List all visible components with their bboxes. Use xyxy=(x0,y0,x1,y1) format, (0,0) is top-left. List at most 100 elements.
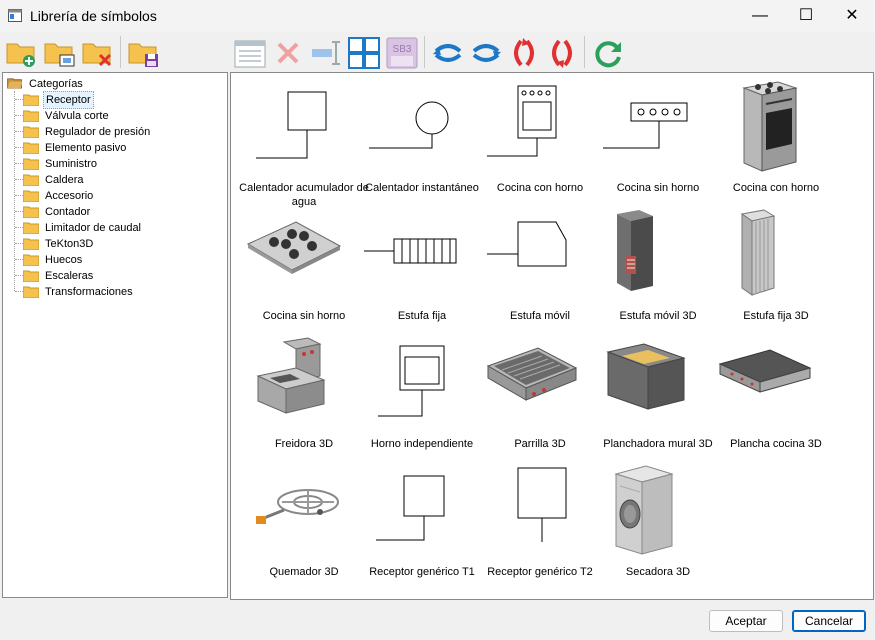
grid-view-button[interactable] xyxy=(347,36,381,70)
close-button[interactable]: ✕ xyxy=(829,0,875,32)
folder-icon xyxy=(23,270,39,282)
rotate-right-button[interactable] xyxy=(469,36,503,70)
generic-receiver-t2-symbol xyxy=(517,467,567,542)
symbol-quemador-3d[interactable]: Quemador 3D xyxy=(246,462,362,588)
symbol-cocina-con-horno[interactable]: Cocina con horno xyxy=(482,78,598,204)
mobile-heater-3d-image xyxy=(617,210,653,291)
tree-item-label: Limitador de caudal xyxy=(45,222,142,234)
folder-save-button[interactable] xyxy=(127,36,161,70)
folder-icon xyxy=(23,126,39,138)
folder-delete-icon xyxy=(82,43,112,67)
rotate-right-icon xyxy=(472,44,501,62)
folder-properties-icon xyxy=(44,43,75,67)
dryer-3d-image xyxy=(614,465,674,555)
cancel-button[interactable]: Cancelar xyxy=(792,610,866,632)
dimension-button[interactable] xyxy=(309,36,343,70)
symbol-parrilla-3d[interactable]: Parrilla 3D xyxy=(482,334,598,460)
symbol-label: Planchadora mural 3D xyxy=(603,438,713,450)
app-icon xyxy=(8,9,22,22)
tree-connector xyxy=(15,243,23,244)
symbol-properties-icon xyxy=(234,40,266,68)
symbol-label: Estufa móvil 3D xyxy=(619,310,697,322)
symbol-cocina-sin-horno-3d[interactable]: Cocina sin horno xyxy=(246,206,362,332)
symbol-label: Calentador acumulador de agua xyxy=(239,182,369,208)
tree-item-label: TeKton3D xyxy=(45,238,94,250)
toolbar-separator xyxy=(120,36,121,68)
minimize-button[interactable]: — xyxy=(737,0,783,32)
griddle-3d-image xyxy=(718,349,812,393)
stove-without-oven-symbol xyxy=(603,102,688,149)
toolbar-separator xyxy=(424,36,425,68)
symbol-secadora-3d[interactable]: Secadora 3D xyxy=(600,462,716,588)
window-title: Librería de símbolos xyxy=(30,8,157,24)
sb3-label: SB3 xyxy=(393,44,412,55)
rotate-left-button[interactable] xyxy=(431,36,465,70)
sb3-button[interactable]: SB3 xyxy=(385,36,419,70)
maximize-button[interactable]: ☐ xyxy=(783,0,829,32)
open-folder-icon xyxy=(7,78,23,89)
symbol-label: Cocina sin horno xyxy=(616,182,700,194)
symbol-receptor-generico-t2[interactable]: Receptor genérico T2 xyxy=(482,462,598,588)
symbol-label: Quemador 3D xyxy=(269,566,339,578)
symbol-planchadora-mural-3d[interactable]: Planchadora mural 3D xyxy=(600,334,716,460)
symbol-cocina-sin-horno[interactable]: Cocina sin horno xyxy=(600,78,716,204)
tree-item-label: Elemento pasivo xyxy=(45,142,127,154)
symbol-properties-button[interactable] xyxy=(233,36,267,70)
tree-item-label: Escaleras xyxy=(45,270,94,282)
fryer-3d-image xyxy=(256,337,326,414)
title-bar: Librería de símbolos — ☐ ✕ xyxy=(0,0,875,32)
delete-button[interactable] xyxy=(271,36,305,70)
symbol-label: Cocina sin horno xyxy=(262,310,346,322)
tree-item-label: Regulador de presión xyxy=(45,126,151,138)
tree-connector xyxy=(15,211,23,212)
water-heater-accumulator-symbol xyxy=(256,91,327,159)
symbol-estufa-fija-3d[interactable]: Estufa fija 3D xyxy=(718,206,834,332)
tree-connector xyxy=(15,291,23,292)
stove-without-oven-3d-image xyxy=(246,221,342,274)
tree-connector xyxy=(15,259,23,260)
rotate-up-button[interactable] xyxy=(507,36,541,70)
tree-connector xyxy=(15,163,23,164)
tree-connector xyxy=(15,115,23,116)
tree-item-label: Transformaciones xyxy=(45,286,133,298)
tree-item-label: Válvula corte xyxy=(45,110,109,122)
water-heater-instant-symbol xyxy=(369,101,449,149)
folder-icon xyxy=(23,222,39,234)
symbol-freidora-3d[interactable]: Freidora 3D xyxy=(246,334,362,460)
symbol-receptor-generico-t1[interactable]: Receptor genérico T1 xyxy=(364,462,480,588)
symbol-label: Calentador instantáneo xyxy=(365,182,479,194)
folder-save-icon xyxy=(128,43,158,67)
symbol-calentador-acumulador[interactable]: Calentador acumulador de agua xyxy=(239,78,369,208)
folder-icon xyxy=(23,206,39,218)
symbol-estufa-fija[interactable]: Estufa fija xyxy=(364,206,480,332)
folder-add-button[interactable] xyxy=(5,36,39,70)
symbol-estufa-movil-3d[interactable]: Estufa móvil 3D xyxy=(600,206,716,332)
symbol-label: Cocina con horno xyxy=(732,182,820,194)
dimension-icon xyxy=(312,41,340,65)
symbol-label: Plancha cocina 3D xyxy=(730,438,822,450)
symbol-label: Receptor genérico T1 xyxy=(369,566,475,578)
symbol-cocina-con-horno-3d[interactable]: Cocina con horno xyxy=(718,78,834,204)
accept-button[interactable]: Aceptar xyxy=(709,610,783,632)
tree-item-label: Contador xyxy=(45,206,91,218)
folder-icon xyxy=(23,190,39,202)
folder-properties-button[interactable] xyxy=(43,36,77,70)
tree-connector xyxy=(15,227,23,228)
independent-oven-symbol xyxy=(378,345,445,417)
refresh-button[interactable] xyxy=(591,36,625,70)
tree-item-label: Receptor xyxy=(43,91,94,109)
symbol-plancha-cocina-3d[interactable]: Plancha cocina 3D xyxy=(718,334,834,460)
rotate-up-icon xyxy=(514,38,534,67)
symbol-grid[interactable]: Calentador acumulador de agua Calentador… xyxy=(230,72,874,600)
symbol-label: Cocina con horno xyxy=(496,182,584,194)
symbol-calentador-instantaneo[interactable]: Calentador instantáneo xyxy=(364,78,480,204)
symbol-label: Estufa móvil xyxy=(510,310,570,322)
symbol-horno-independiente[interactable]: Horno independiente xyxy=(364,334,480,460)
grid-view-icon xyxy=(348,37,380,69)
symbol-estufa-movil[interactable]: Estufa móvil xyxy=(482,206,598,332)
folder-icon xyxy=(23,174,39,186)
rotate-down-button[interactable] xyxy=(545,36,579,70)
tree-connector xyxy=(15,275,23,276)
folder-delete-button[interactable] xyxy=(81,36,115,70)
category-tree[interactable]: Categorías Receptor Válvula corte Regulado… xyxy=(2,72,228,598)
